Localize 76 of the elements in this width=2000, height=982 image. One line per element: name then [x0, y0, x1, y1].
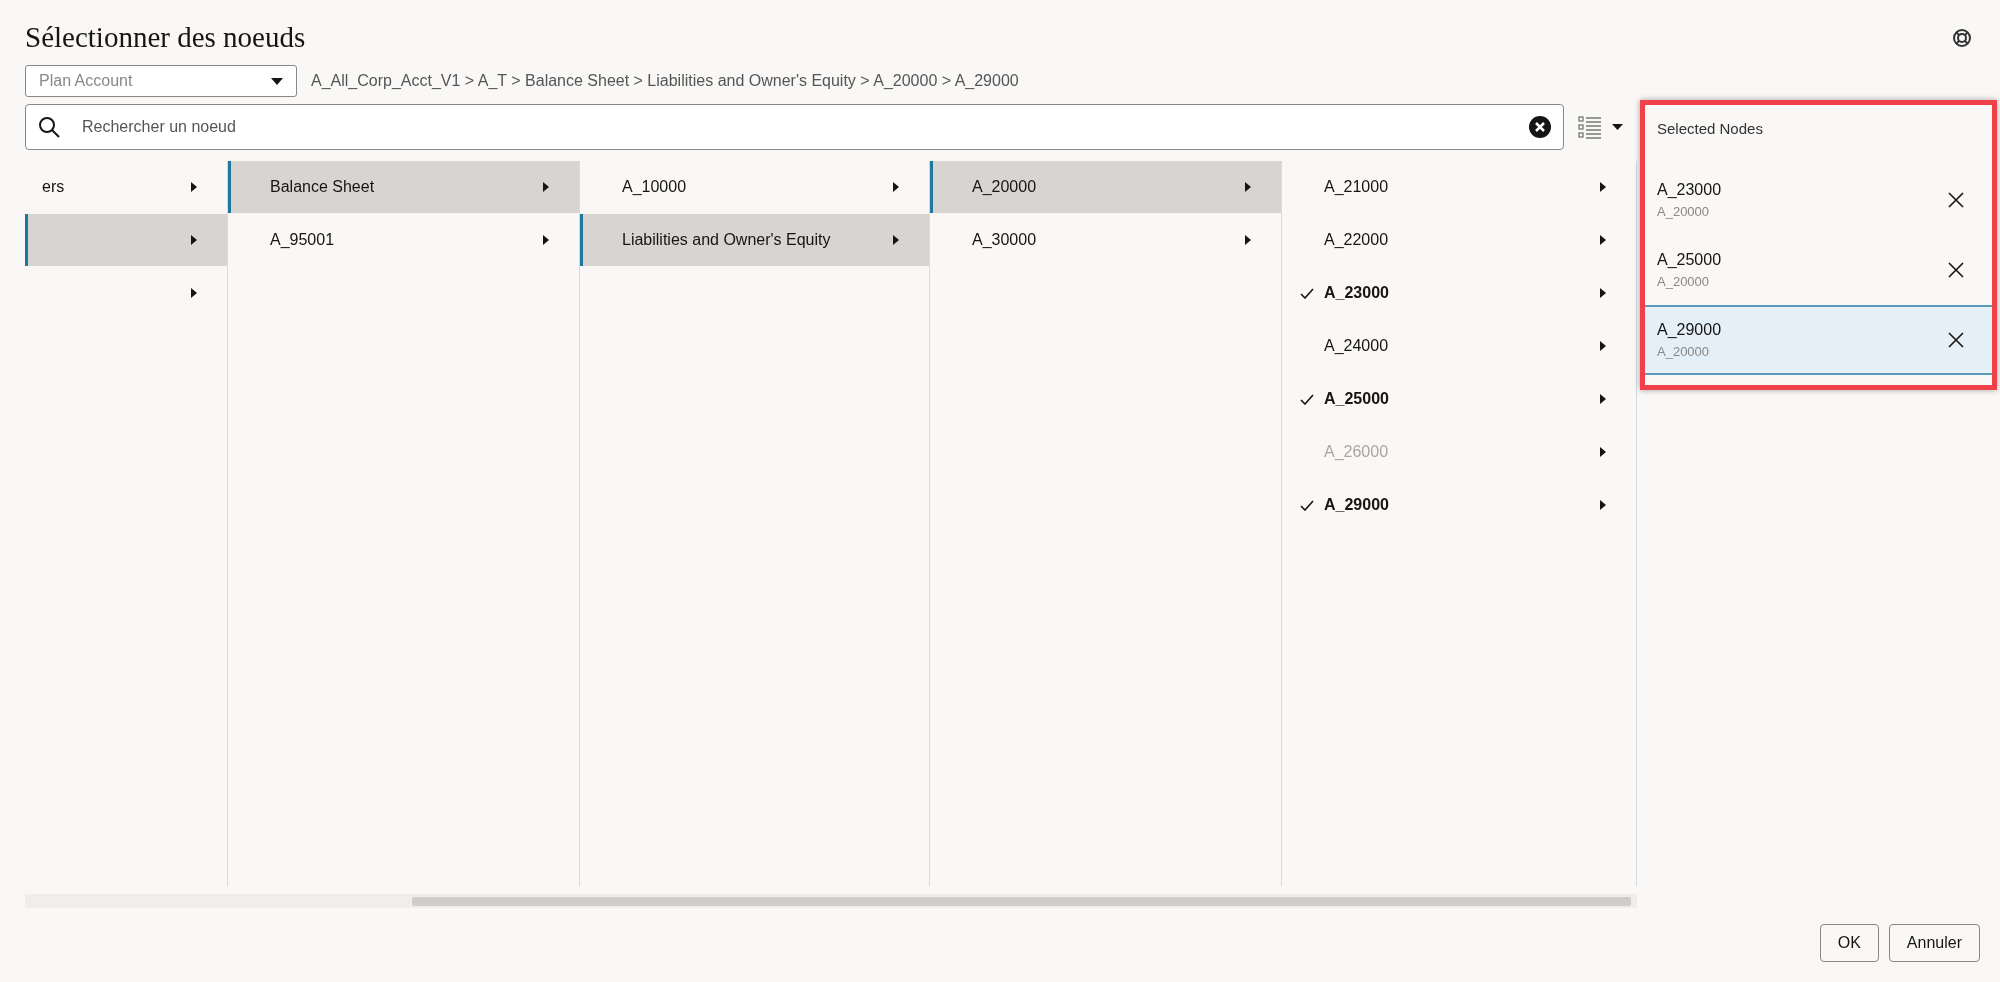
node-label: A_21000: [1324, 177, 1389, 197]
node-parent: A_20000: [1657, 203, 1711, 222]
node-label: A_30000: [972, 230, 1037, 250]
tree-node-item[interactable]: Liabilities and Owner's Equity: [580, 214, 929, 266]
caret-right-icon: [1245, 182, 1251, 192]
caret-right-icon: [1600, 341, 1606, 351]
node-parent: A_20000: [1657, 273, 1711, 292]
tree-node-item[interactable]: ers: [25, 161, 227, 213]
node-label: A_25000: [1324, 389, 1389, 409]
search-field[interactable]: Rechercher un noeud: [25, 104, 1564, 150]
check-icon: [1300, 499, 1314, 511]
dialog-button[interactable]: Annuler: [1888, 924, 1980, 962]
tree-node-item[interactable]: A_24000: [1282, 320, 1636, 372]
dialog-button[interactable]: OK: [1819, 924, 1879, 962]
node-label: A_23000: [1324, 283, 1389, 303]
tree-node-item[interactable]: A_21000: [1282, 161, 1636, 213]
tree-node-item[interactable]: A_25000: [1282, 373, 1636, 425]
node-label: A_24000: [1324, 336, 1389, 356]
node-label: A_20000: [972, 177, 1037, 197]
breadcrumb-path: A_All_Corp_Acct_V1 > A_T > Balance Sheet > Liabilities and Owner's Equity > A_20000 > A_29000: [311, 71, 1019, 91]
tree-node-item[interactable]: Balance Sheet: [228, 161, 579, 213]
node-name: A_23000: [1657, 180, 1722, 201]
node-name: A_25000: [1657, 250, 1722, 271]
search-icon: [38, 116, 60, 138]
close-icon[interactable]: [1948, 262, 1964, 278]
tree-node-item[interactable]: A_20000: [930, 161, 1281, 213]
dropdown-placeholder: Plan Account: [39, 71, 133, 91]
node-name: A_29000: [1657, 320, 1722, 341]
node-label: A_26000: [1324, 442, 1389, 462]
node-label: A_10000: [622, 177, 687, 197]
caret-right-icon: [1600, 500, 1606, 510]
caret-right-icon: [1600, 447, 1606, 457]
tree-node-item[interactable]: A_95001: [228, 214, 579, 266]
clear-icon[interactable]: [1529, 116, 1551, 138]
panel-title: Selected Nodes: [1656, 119, 1764, 139]
check-icon: [1300, 287, 1314, 299]
caret-right-icon: [543, 182, 549, 192]
close-icon[interactable]: [1948, 192, 1964, 208]
help-icon[interactable]: [1952, 28, 1972, 48]
dimension-dropdown[interactable]: Plan Account: [25, 65, 297, 97]
list-view-icon[interactable]: [1578, 115, 1602, 139]
node-label: Balance Sheet: [270, 177, 375, 197]
caret-right-icon: [1600, 235, 1606, 245]
caret-right-icon: [893, 182, 899, 192]
tree-node-item[interactable]: [25, 214, 227, 266]
caret-right-icon: [191, 235, 197, 245]
caret-right-icon: [191, 288, 197, 298]
tree-node-item[interactable]: A_22000: [1282, 214, 1636, 266]
caret-right-icon: [1600, 182, 1606, 192]
caret-right-icon: [1600, 288, 1606, 298]
node-label: A_95001: [270, 230, 335, 250]
search-input[interactable]: Rechercher un noeud: [82, 115, 1507, 139]
scrollbar-thumb[interactable]: [412, 896, 1631, 906]
tree-node-item[interactable]: A_23000: [1282, 267, 1636, 319]
tree-node-item[interactable]: A_30000: [930, 214, 1281, 266]
node-label: A_22000: [1324, 230, 1389, 250]
caret-down-icon: [271, 77, 283, 85]
selected-node-item[interactable]: A_23000 A_20000: [1645, 165, 1992, 235]
horizontal-scrollbar[interactable]: [25, 894, 1637, 908]
node-label: ers: [42, 177, 65, 197]
close-icon[interactable]: [1948, 332, 1964, 348]
dialog-title: Sélectionner des noeuds: [25, 20, 306, 56]
tree-node-item[interactable]: A_29000: [1282, 479, 1636, 531]
tree-node-item[interactable]: A_10000: [580, 161, 929, 213]
node-parent: A_20000: [1657, 343, 1711, 362]
selected-node-item[interactable]: A_25000 A_20000: [1645, 235, 1992, 305]
node-label: Liabilities and Owner's Equity: [622, 230, 831, 250]
caret-right-icon: [543, 235, 549, 245]
caret-right-icon: [893, 235, 899, 245]
caret-right-icon: [191, 182, 197, 192]
caret-right-icon: [1245, 235, 1251, 245]
node-label: A_29000: [1324, 495, 1389, 515]
caret-down-icon[interactable]: [1612, 124, 1623, 130]
check-icon: [1300, 393, 1314, 405]
caret-right-icon: [1600, 394, 1606, 404]
selected-node-item[interactable]: A_29000 A_20000: [1645, 305, 1992, 375]
